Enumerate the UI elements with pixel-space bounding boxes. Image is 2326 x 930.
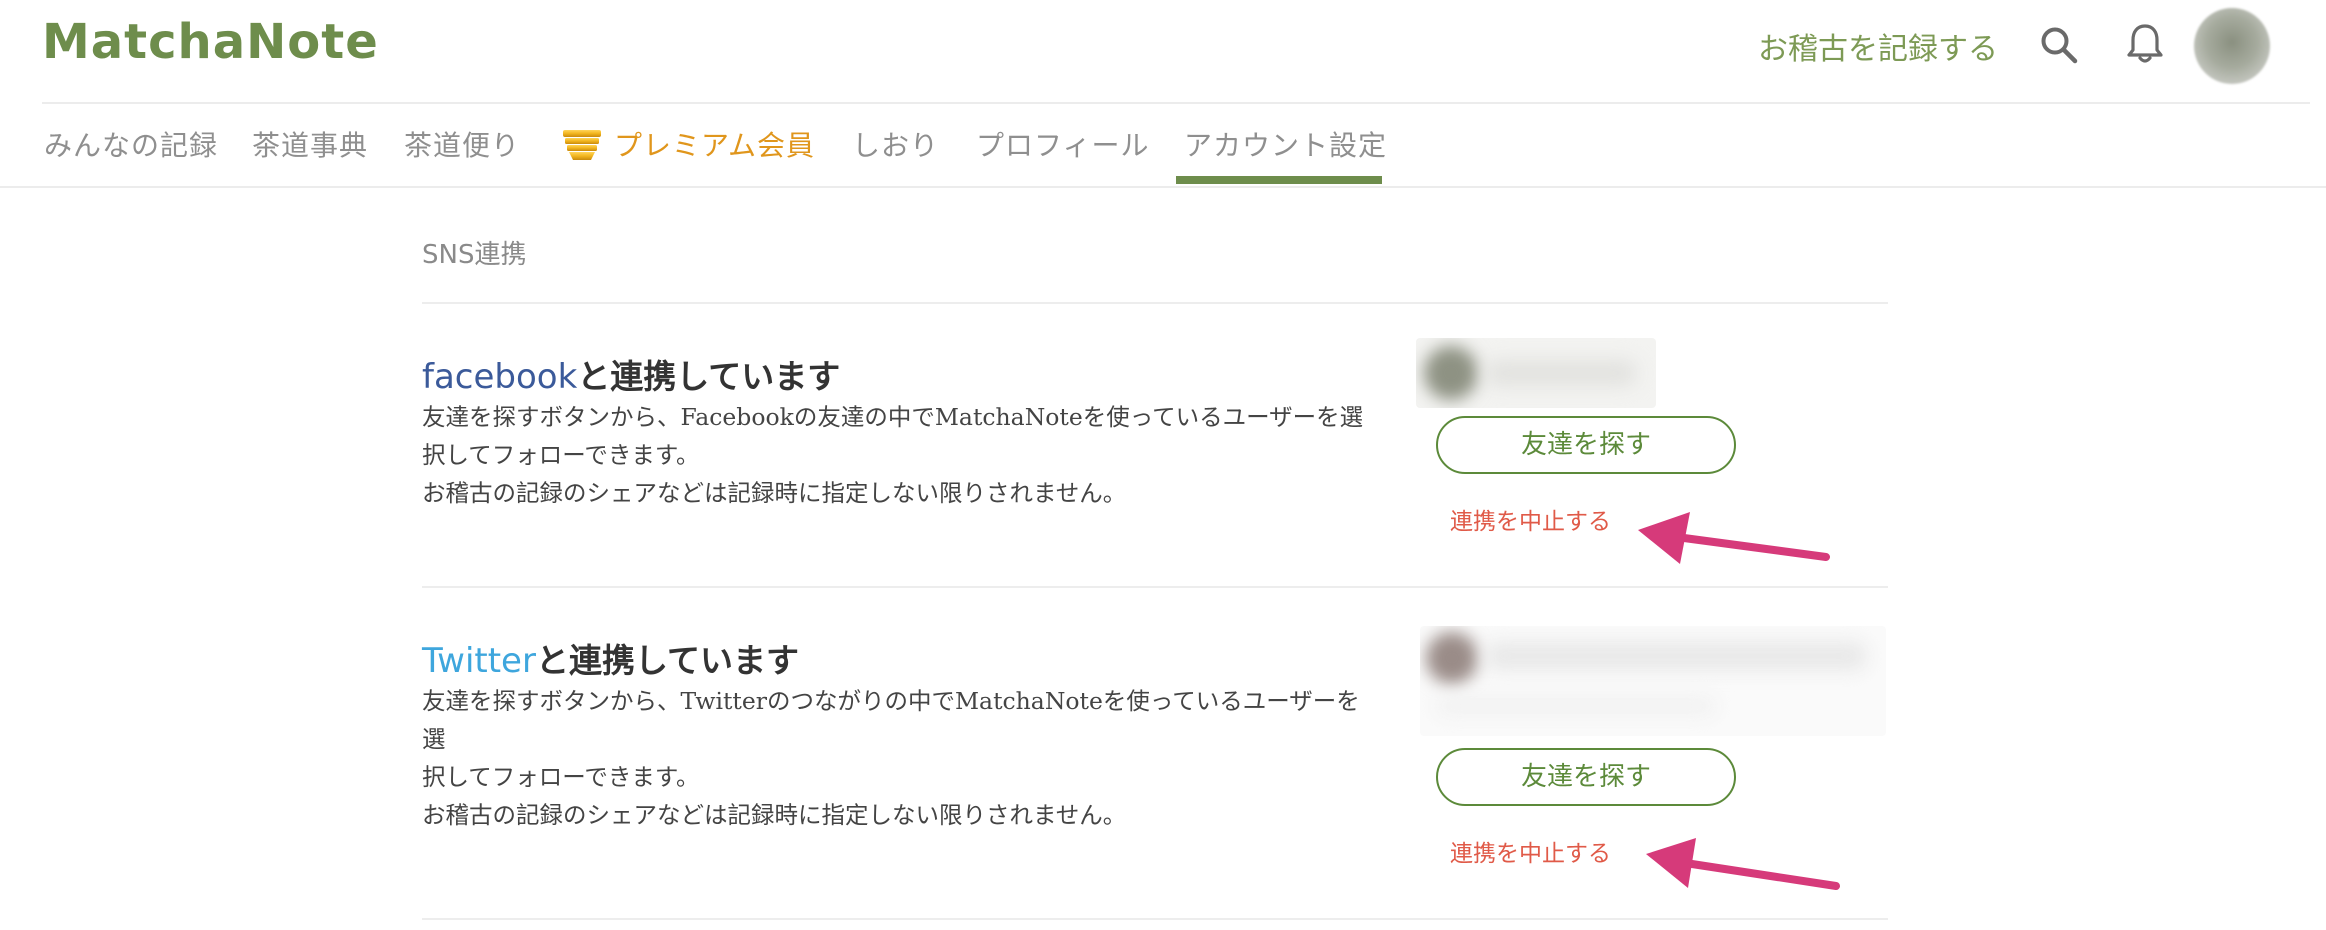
- facebook-brand: facebook: [422, 357, 578, 397]
- bell-icon[interactable]: [2124, 22, 2166, 66]
- twitter-description: 友達を探すボタンから、Twitterのつながりの中でMatchaNoteを使って…: [422, 682, 1382, 834]
- service-divider: [422, 918, 1888, 920]
- tab-profile[interactable]: プロフィール: [976, 124, 1149, 164]
- twitter-description-line: 友達を探すボタンから、Twitterのつながりの中でMatchaNoteを使って…: [422, 687, 1360, 753]
- crown-icon: [563, 130, 601, 160]
- twitter-brand: Twitter: [422, 641, 536, 681]
- tab-account-settings[interactable]: アカウント設定: [1184, 124, 1387, 164]
- record-practice-link[interactable]: お稽古を記録する: [1758, 24, 1998, 68]
- tab-bar: みんなの記録 茶道事典 茶道便り プレミアム会員 しおり プロフィール アカウン…: [0, 104, 2326, 188]
- facebook-account-blurred: [1416, 338, 1656, 408]
- twitter-account-blurred: [1420, 626, 1886, 736]
- annotation-arrow-icon: [1638, 512, 1830, 564]
- tab-tea-encyclopedia[interactable]: 茶道事典: [252, 124, 368, 164]
- twitter-heading-suffix: と連携しています: [535, 641, 799, 680]
- facebook-heading-suffix: と連携しています: [577, 357, 841, 396]
- facebook-description-line: お稽古の記録のシェアなどは記録時に指定しない限りされません。: [422, 479, 1127, 507]
- avatar[interactable]: [2194, 8, 2270, 84]
- section-title: SNS連携: [422, 240, 527, 270]
- twitter-heading: Twitterと連携しています: [422, 634, 799, 682]
- facebook-find-friends-button[interactable]: 友達を探す: [1436, 416, 1736, 474]
- facebook-description-line: 択してフォローできます。: [422, 441, 700, 469]
- section-divider: [422, 302, 1888, 304]
- twitter-find-friends-button[interactable]: 友達を探す: [1436, 748, 1736, 806]
- active-tab-indicator: [1176, 176, 1382, 184]
- tab-tea-news[interactable]: 茶道便り: [404, 124, 520, 164]
- service-divider: [422, 586, 1888, 588]
- facebook-heading: facebookと連携しています: [422, 350, 840, 398]
- twitter-description-line: 択してフォローできます。: [422, 763, 700, 791]
- facebook-description: 友達を探すボタンから、Facebookの友達の中でMatchaNoteを使ってい…: [422, 398, 1382, 512]
- tab-bookmarks[interactable]: しおり: [852, 124, 939, 164]
- twitter-disconnect-link[interactable]: 連携を中止する: [1450, 834, 1611, 868]
- tab-premium[interactable]: プレミアム会員: [614, 124, 815, 164]
- logo[interactable]: MatchaNote: [42, 14, 379, 70]
- tab-everyones-records[interactable]: みんなの記録: [44, 124, 218, 164]
- twitter-description-line: お稽古の記録のシェアなどは記録時に指定しない限りされません。: [422, 801, 1127, 829]
- search-icon[interactable]: [2038, 24, 2080, 66]
- facebook-disconnect-link[interactable]: 連携を中止する: [1450, 502, 1611, 536]
- facebook-description-line: 友達を探すボタンから、Facebookの友達の中でMatchaNoteを使ってい…: [422, 403, 1364, 431]
- annotation-arrow-icon: [1646, 838, 1840, 890]
